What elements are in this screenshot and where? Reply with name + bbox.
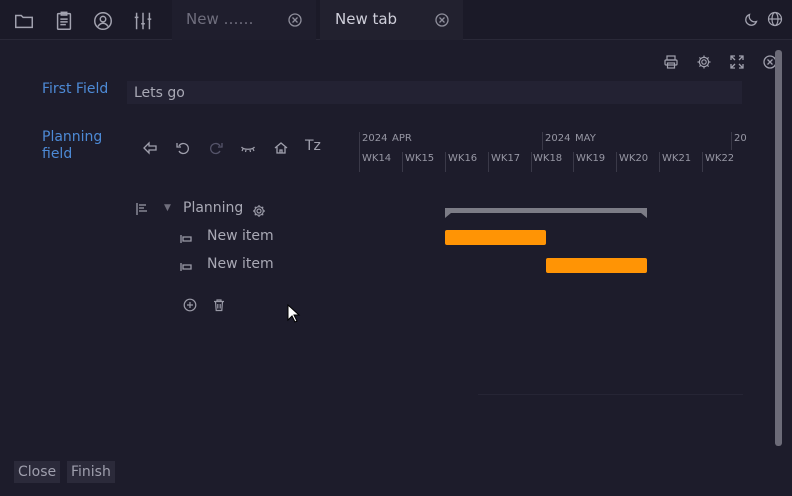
sliders-icon[interactable] (132, 10, 154, 32)
tab-label: New tab (335, 10, 398, 28)
gear-icon[interactable] (252, 203, 266, 217)
finish-button[interactable]: Finish (67, 461, 115, 483)
redo-icon[interactable] (208, 140, 224, 156)
week-label: WK22 (705, 153, 735, 164)
week-label: WK15 (405, 153, 435, 164)
divider (478, 394, 743, 395)
timeline-divider (542, 132, 543, 150)
scrollbar[interactable] (775, 50, 782, 446)
month-year: 20 (734, 133, 747, 144)
month-name: MAY (575, 133, 596, 144)
week-label: WK18 (533, 153, 563, 164)
top-bar: New …… New tab (0, 0, 792, 40)
user-circle-icon[interactable] (92, 10, 114, 32)
week-label: WK17 (491, 153, 521, 164)
task-label[interactable]: New item (207, 256, 274, 272)
back-arrow-icon[interactable] (142, 140, 158, 156)
first-field-label: First Field (42, 81, 109, 97)
task-label[interactable]: New item (207, 228, 274, 244)
task-icon (179, 231, 193, 245)
timeline-divider (731, 132, 732, 150)
week-label: WK14 (362, 153, 392, 164)
month-year: 2024 (362, 133, 388, 144)
globe-icon[interactable] (767, 11, 783, 27)
planning-group-label: Planning (183, 200, 244, 216)
settings-icon[interactable] (696, 54, 712, 70)
clipboard-icon[interactable] (53, 10, 75, 32)
task-bar[interactable] (445, 230, 546, 245)
week-divider (616, 152, 617, 172)
week-label: WK20 (619, 153, 649, 164)
month-name: APR (392, 133, 412, 144)
week-divider (702, 152, 703, 172)
moon-icon[interactable] (744, 11, 760, 27)
close-tab-icon[interactable] (434, 12, 450, 28)
close-button[interactable]: Close (14, 461, 61, 483)
week-divider (659, 152, 660, 172)
mouse-cursor-icon (287, 304, 301, 323)
first-field-input[interactable] (127, 81, 742, 104)
tab-label: New …… (186, 10, 254, 28)
tab-new[interactable]: New …… (172, 0, 316, 40)
tab-new-tab[interactable]: New tab (320, 0, 463, 40)
week-divider (488, 152, 489, 172)
timeline-divider (359, 132, 360, 172)
chevron-down-icon[interactable]: ▼ (164, 203, 171, 213)
week-label: WK19 (576, 153, 606, 164)
week-divider (402, 152, 403, 172)
week-divider (573, 152, 574, 172)
task-icon (179, 259, 193, 273)
add-circle-icon[interactable] (183, 297, 197, 312)
undo-icon[interactable] (175, 140, 191, 156)
month-year: 2024 (545, 133, 571, 144)
fullscreen-icon[interactable] (729, 54, 745, 70)
collapse-all-icon[interactable] (135, 201, 149, 215)
folder-icon[interactable] (13, 10, 35, 32)
task-bar[interactable] (546, 258, 647, 273)
planning-field-label: Planning field (42, 129, 103, 162)
trash-icon[interactable] (212, 297, 226, 312)
week-divider (531, 152, 532, 172)
eye-closed-icon[interactable] (240, 140, 256, 156)
week-label: WK21 (662, 153, 692, 164)
summary-bar[interactable] (445, 208, 647, 218)
print-icon[interactable] (663, 54, 679, 70)
home-icon[interactable] (273, 140, 289, 156)
close-tab-icon[interactable] (287, 12, 303, 28)
timezone-button[interactable]: Tz (305, 138, 321, 154)
week-divider (445, 152, 446, 172)
week-label: WK16 (448, 153, 478, 164)
